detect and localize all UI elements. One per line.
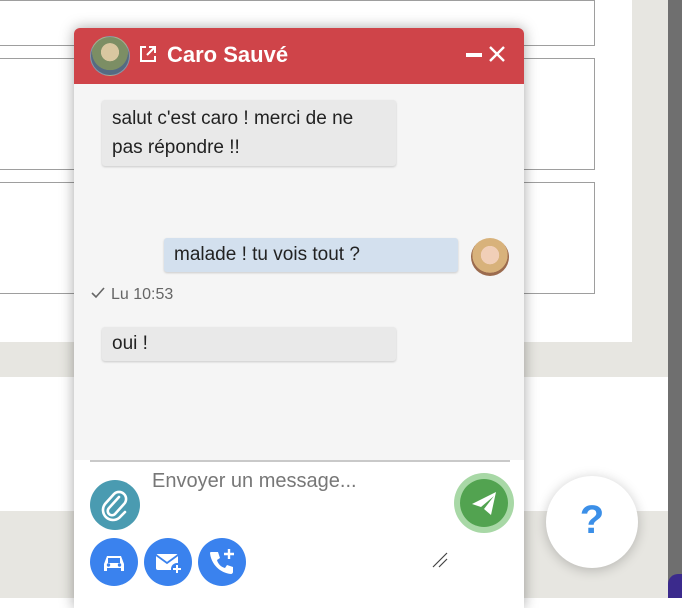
message-thread[interactable]: salut c'est caro ! merci de ne pas répon…: [74, 84, 524, 460]
message-text: malade ! tu vois tout ?: [174, 244, 360, 265]
message-text: salut c'est caro ! merci de ne: [112, 108, 354, 129]
message-incoming: salut c'est caro ! merci de ne pas répon…: [102, 100, 396, 166]
divider: [90, 460, 510, 462]
message-text: pas répondre !!: [112, 137, 240, 158]
send-button-face: [460, 479, 508, 527]
contact-name: Caro Sauvé: [167, 42, 289, 67]
help-button[interactable]: ?: [546, 476, 638, 568]
paper-plane-icon: [460, 479, 508, 527]
message-incoming: oui !: [102, 327, 396, 361]
message-text: oui !: [112, 333, 148, 354]
phone-plus-icon: [198, 538, 246, 586]
chat-header[interactable]: Caro Sauvé: [74, 28, 524, 84]
minimize-icon[interactable]: [465, 44, 483, 66]
composer: [74, 460, 524, 608]
check-icon: [91, 287, 105, 299]
contact-avatar: [90, 36, 130, 76]
external-link-icon[interactable]: [138, 44, 158, 64]
user-avatar: [471, 238, 509, 276]
paperclip-icon: [90, 480, 140, 530]
add-call-button[interactable]: [198, 538, 246, 586]
mail-plus-icon: [144, 538, 192, 586]
car-button[interactable]: [90, 538, 138, 586]
message-outgoing: malade ! tu vois tout ?: [164, 238, 458, 272]
read-receipt: Lu 10:53: [91, 286, 173, 304]
page-scrollbar[interactable]: [668, 0, 682, 598]
message-input[interactable]: [150, 468, 444, 512]
add-email-button[interactable]: [144, 538, 192, 586]
close-icon[interactable]: [488, 45, 506, 63]
help-label: ?: [579, 498, 605, 542]
send-button[interactable]: [454, 473, 514, 533]
resize-handle-icon[interactable]: [430, 550, 450, 570]
car-icon: [90, 538, 138, 586]
read-status: Lu 10:53: [111, 286, 174, 303]
attach-button[interactable]: [90, 480, 140, 530]
chat-window: Caro Sauvé salut c'est caro ! merci de n…: [74, 28, 524, 608]
